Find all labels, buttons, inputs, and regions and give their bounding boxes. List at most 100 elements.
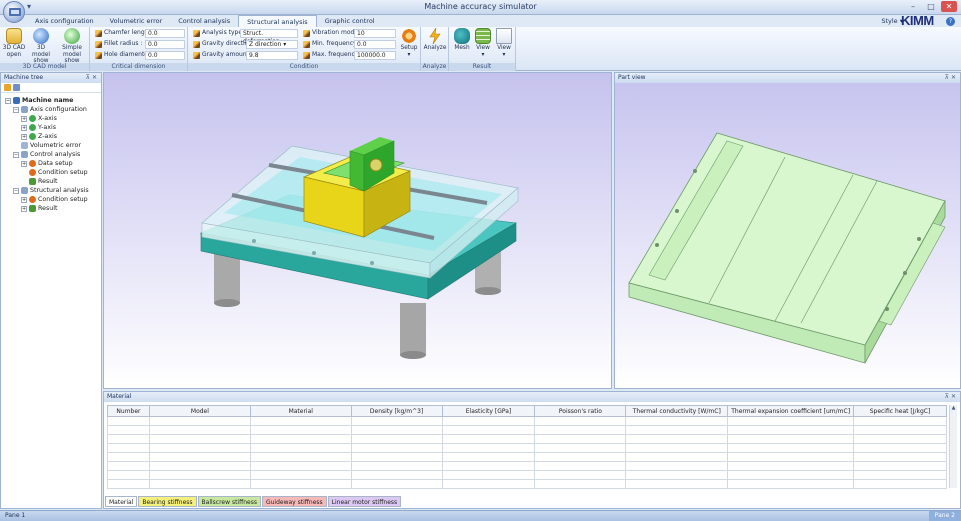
tab-material[interactable]: Material [105, 496, 138, 507]
collapse-icon[interactable]: − [5, 97, 11, 104]
maximize-icon[interactable]: □ [923, 1, 939, 12]
table-row[interactable] [107, 443, 947, 453]
column-specific-heat[interactable]: Specific heat [J/kgC] [853, 405, 947, 417]
column-number[interactable]: Number [107, 405, 150, 417]
tab-axis-configuration[interactable]: Axis configuration [27, 15, 102, 27]
tab-structural-analysis[interactable]: Structural analysis [238, 15, 317, 27]
expand-icon[interactable]: + [21, 124, 27, 131]
table-row[interactable] [107, 461, 947, 471]
table-row[interactable] [107, 425, 947, 435]
table-row[interactable] [107, 479, 947, 489]
gravity-direction-select[interactable]: Z direction ▾ [246, 40, 298, 49]
tree-axis-configuration[interactable]: − Axis configuration [13, 105, 87, 114]
tree-tool-icon[interactable] [4, 84, 11, 91]
result-icon [29, 205, 36, 212]
material-title: Material [107, 393, 132, 400]
tree-item-label: Condition setup [38, 169, 88, 176]
column-density[interactable]: Density [kg/m^3] [350, 405, 443, 417]
pin-close-icons[interactable]: ⊼ ✕ [86, 73, 97, 83]
analysis-type-select[interactable]: Struct. deformation ▾ [240, 29, 298, 45]
axis-circle-icon [29, 124, 36, 131]
tab-ballscrew-stiffness[interactable]: Ballscrew stiffness [197, 496, 261, 507]
tree-data-setup[interactable]: + Data setup [21, 159, 73, 168]
max-frequency-field[interactable]: 100000.0 [354, 51, 396, 60]
vibration-mode-field[interactable]: 10 [354, 29, 396, 38]
tree-z-axis[interactable]: + Z-axis [21, 132, 57, 141]
tree-structural-result[interactable]: + Result [21, 204, 57, 213]
part-3d-model [628, 132, 946, 364]
min-frequency-field[interactable]: 0.0 [354, 40, 396, 49]
setup-button[interactable]: Setup ▾ [397, 28, 421, 58]
tree-y-axis[interactable]: + Y-axis [21, 123, 56, 132]
model-show-button[interactable]: 3D model show [29, 28, 53, 65]
simple-model-show-button[interactable]: Simple model show [57, 28, 87, 65]
column-model[interactable]: Model [148, 405, 251, 417]
expand-icon[interactable]: + [21, 115, 27, 122]
tree-control-analysis[interactable]: − Control analysis [13, 150, 80, 159]
tab-guideway-stiffness[interactable]: Guideway stiffness [261, 496, 327, 507]
lightning-icon [427, 27, 443, 45]
tree-condition-setup[interactable]: Condition setup [29, 168, 88, 177]
collapse-icon[interactable]: − [13, 187, 19, 194]
tree-structural-analysis[interactable]: − Structural analysis [13, 186, 89, 195]
column-material[interactable]: Material [249, 405, 352, 417]
tree-tool-icon-2[interactable] [13, 84, 20, 91]
table-row[interactable] [107, 434, 947, 444]
analyze-button[interactable]: Analyze [423, 27, 447, 52]
part-view-header: Part view ⊼ ✕ [615, 73, 960, 83]
expand-icon[interactable]: + [21, 196, 27, 203]
column-thermal-conductivity[interactable]: Thermal conductivity [W/mC] [625, 405, 729, 417]
analysis-icon [21, 151, 28, 158]
tab-control-analysis[interactable]: Control analysis [170, 15, 238, 27]
cad-open-button[interactable]: 3D CAD open [2, 28, 26, 58]
tab-graphic-control[interactable]: Graphic control [317, 15, 383, 27]
pencil-icon [303, 29, 310, 37]
expand-icon[interactable]: + [21, 160, 27, 167]
tree-structural-condition-setup[interactable]: + Condition setup [21, 195, 88, 204]
tree-volumetric-error[interactable]: Volumetric error [21, 141, 81, 150]
view-document-button[interactable]: View ▾ [492, 28, 516, 58]
column-elasticity[interactable]: Elasticity [GPa] [441, 405, 536, 417]
tree-item-label: Control analysis [30, 151, 81, 158]
expand-icon[interactable]: + [21, 205, 27, 212]
column-thermal-expansion[interactable]: Thermal expansion coefficient [um/mC] [727, 405, 855, 417]
tree-item-label: Volumetric error [30, 142, 81, 149]
fillet-radius-field[interactable]: 0.0 [145, 40, 185, 49]
tab-volumetric-error[interactable]: Volumetric error [102, 15, 171, 27]
part-view-title: Part view [618, 74, 646, 81]
material-scrollbar[interactable]: ▲ [949, 405, 957, 488]
table-row[interactable] [107, 470, 947, 480]
table-row[interactable] [107, 452, 947, 462]
gravity-amount-field[interactable]: 9.8 [246, 51, 298, 60]
hole-diameter-field[interactable]: 0.0 [145, 51, 185, 60]
cad-group-label: 3D CAD model [0, 63, 89, 71]
tree-root[interactable]: − Machine name [5, 96, 73, 105]
tab-bearing-stiffness[interactable]: Bearing stiffness [138, 496, 197, 507]
window-title: Machine accuracy simulator [424, 2, 537, 11]
tab-linear-motor-stiffness[interactable]: Linear motor stiffness [327, 496, 402, 507]
material-tabs: Material Bearing stiffness Ballscrew sti… [105, 496, 402, 507]
tree-item-label: Y-axis [38, 124, 56, 131]
green-plate [628, 132, 946, 364]
scroll-up-icon[interactable]: ▲ [950, 405, 957, 411]
close-icon[interactable]: ✕ [941, 1, 957, 12]
pin-close-icons[interactable]: ⊼ ✕ [945, 392, 956, 402]
minimize-icon[interactable]: – [905, 1, 921, 12]
collapse-icon[interactable]: − [13, 106, 19, 113]
condition-group-label: Condition [188, 63, 420, 71]
expand-icon[interactable]: + [21, 133, 27, 140]
pin-close-icons[interactable]: ⊼ ✕ [945, 73, 956, 83]
tree-item-label: Axis configuration [30, 106, 87, 113]
collapse-icon[interactable]: − [13, 151, 19, 158]
machine-tree-panel: Machine tree ⊼ ✕ − Machine name − Axis con… [0, 72, 102, 509]
tree-x-axis[interactable]: + X-axis [21, 114, 57, 123]
tree-result[interactable]: Result [29, 177, 57, 186]
main-3d-viewport[interactable] [103, 72, 612, 389]
application-menu-button[interactable] [3, 1, 25, 23]
chamfer-length-field[interactable]: 0.0 [145, 29, 185, 38]
style-menu[interactable]: Style ▾ [881, 17, 903, 25]
column-poissons-ratio[interactable]: Poisson's ratio [534, 405, 627, 417]
part-view-panel[interactable]: Part view ⊼ ✕ [614, 72, 961, 389]
table-row[interactable] [107, 416, 947, 426]
help-icon[interactable]: ? [946, 17, 955, 26]
